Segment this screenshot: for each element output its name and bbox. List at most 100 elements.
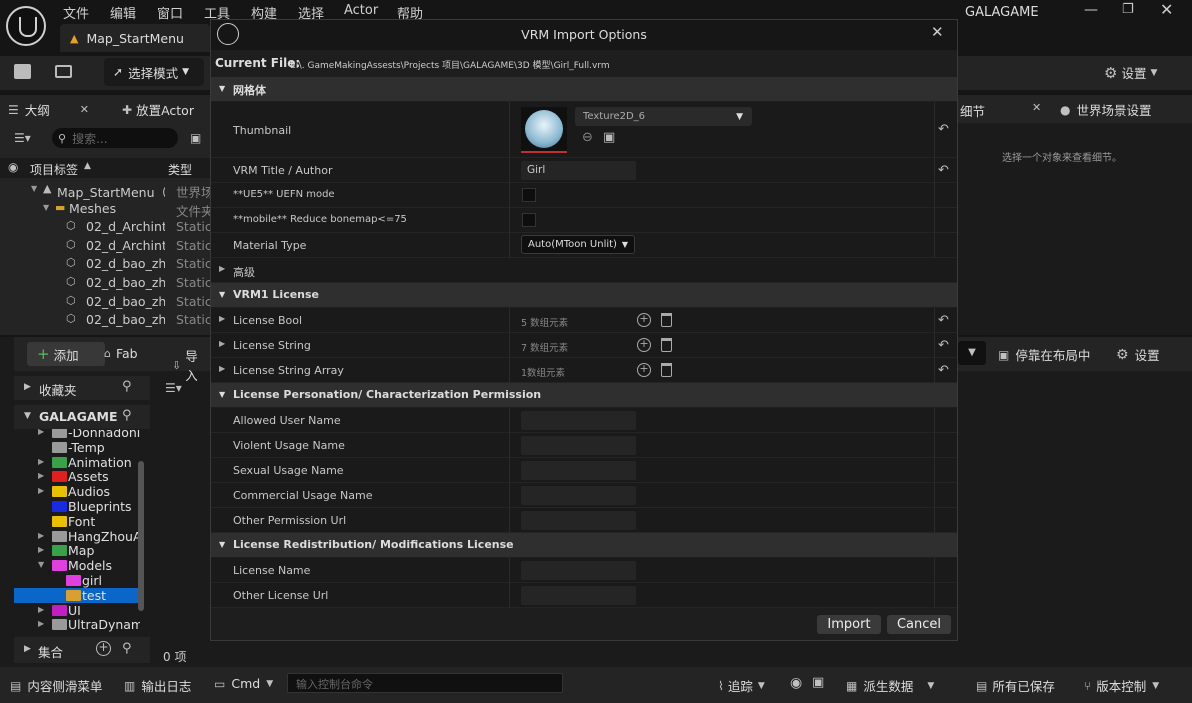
permission-input[interactable] bbox=[521, 511, 636, 530]
derived-data-button[interactable]: ▦ 派生数据 ▼ bbox=[846, 676, 934, 695]
permission-input[interactable] bbox=[521, 461, 636, 480]
mobile-checkbox[interactable] bbox=[522, 213, 536, 227]
outliner-row[interactable]: ⬡ 02_d_bao_zhe Static bbox=[0, 293, 210, 312]
dock-in-layout-button[interactable]: ▣ 停靠在布局中 bbox=[998, 345, 1090, 364]
section-personation[interactable]: ▼ License Personation/ Characterization … bbox=[211, 383, 957, 407]
select-mode-button[interactable]: ➚ 选择模式 ▼ bbox=[104, 58, 204, 86]
arrow-right-icon[interactable]: ▶ bbox=[38, 619, 44, 628]
search-input[interactable]: 搜索... bbox=[72, 130, 107, 147]
folder-item[interactable]: test bbox=[14, 587, 140, 603]
add-button[interactable]: + 添加 bbox=[27, 342, 105, 366]
search-icon[interactable]: ⚲ bbox=[122, 408, 132, 423]
tab-outliner[interactable]: ☰ 大纲 ✕ bbox=[8, 100, 89, 119]
tab-details[interactable]: 细节 bbox=[960, 101, 985, 120]
folder-item[interactable]: -Temp bbox=[14, 440, 140, 455]
visibility-icon[interactable]: ◉ bbox=[8, 160, 18, 174]
trash-icon[interactable] bbox=[661, 313, 672, 327]
arrow-right-icon[interactable]: ▶ bbox=[38, 605, 44, 614]
filter-icon[interactable]: ☰▾ bbox=[165, 381, 182, 395]
unreal-logo-icon[interactable] bbox=[6, 6, 46, 46]
restore-icon[interactable]: ❐ bbox=[1122, 2, 1134, 17]
chevron-down-icon[interactable]: ▼ bbox=[958, 341, 986, 365]
arrow-right-icon[interactable]: ▶ bbox=[38, 545, 44, 554]
project-header[interactable]: ▼ GALAGAME ⚲ bbox=[14, 405, 150, 429]
add-element-icon[interactable]: + bbox=[637, 313, 651, 327]
output-log-button[interactable]: ▥ 输出日志 bbox=[124, 676, 191, 695]
outliner-search[interactable]: ⚲ 搜索... bbox=[52, 128, 178, 148]
content-browser-icon[interactable] bbox=[55, 65, 72, 78]
reset-icon[interactable]: ↶ bbox=[938, 122, 949, 137]
col-type[interactable]: 类型 bbox=[168, 161, 192, 178]
search-icon[interactable]: ⚲ bbox=[122, 379, 132, 394]
search-icon[interactable]: ⚲ bbox=[122, 641, 132, 656]
outliner-row[interactable]: ▼ ▲ Map_StartMenu（ 世界场 bbox=[0, 181, 210, 200]
license-array-row[interactable]: ▶ License String 7 数组元素 + ↶ bbox=[211, 333, 957, 358]
folder-item[interactable]: ▶ Assets bbox=[14, 469, 140, 484]
folder-item[interactable]: ▶ UI bbox=[14, 603, 140, 618]
folder-item[interactable]: Font bbox=[14, 514, 140, 529]
all-saved-button[interactable]: ▤ 所有已保存 bbox=[976, 676, 1055, 695]
dialog-close-icon[interactable]: ✕ bbox=[931, 23, 944, 41]
folder-item[interactable]: ▼ Models bbox=[14, 558, 140, 573]
minimize-icon[interactable]: — bbox=[1084, 2, 1098, 18]
folder-item[interactable]: ▶ HangZhouAj bbox=[14, 529, 140, 544]
redistribution-input[interactable] bbox=[521, 586, 636, 605]
permission-input[interactable] bbox=[521, 436, 636, 455]
window-close-icon[interactable]: ✕ bbox=[1160, 0, 1173, 19]
outliner-row[interactable]: ⬡ 02_d_bao_zhe Static bbox=[0, 274, 210, 293]
trash-icon[interactable] bbox=[661, 338, 672, 352]
thumbnail-image[interactable] bbox=[521, 107, 567, 153]
version-control-button[interactable]: ⑂ 版本控制 ▼ bbox=[1084, 676, 1159, 695]
browse-folder-icon[interactable]: ▣ bbox=[603, 130, 615, 145]
reset-icon[interactable]: ↶ bbox=[938, 338, 949, 353]
menu-file[interactable]: 文件 bbox=[63, 3, 89, 22]
section-vrm1[interactable]: ▼ VRM1 License bbox=[211, 283, 957, 307]
outliner-row[interactable]: ⬡ 02_d_Archinte Static bbox=[0, 218, 210, 237]
folder-item[interactable]: Blueprints bbox=[14, 499, 140, 514]
save-icon[interactable] bbox=[14, 64, 31, 79]
folder-item[interactable]: ▶ -Donnadoni bbox=[14, 429, 140, 440]
fab-button[interactable]: ⌂ Fab bbox=[104, 346, 138, 361]
folder-item[interactable]: girl bbox=[14, 573, 140, 588]
browse-back-icon[interactable]: ⊖ bbox=[582, 130, 593, 145]
import-button[interactable]: Import bbox=[817, 615, 881, 634]
outliner-row[interactable]: ▼ ▬ Meshes 文件夹 bbox=[0, 200, 210, 219]
trace-button[interactable]: ⌇ 追踪 ▼ bbox=[718, 676, 765, 695]
redistribution-input[interactable] bbox=[521, 561, 636, 580]
arrow-right-icon[interactable]: ▶ bbox=[38, 531, 44, 540]
material-type-dropdown[interactable]: Auto(MToon Unlit) ▼ bbox=[521, 235, 635, 254]
folder-scrollbar[interactable] bbox=[138, 461, 144, 611]
add-element-icon[interactable]: + bbox=[637, 338, 651, 352]
add-element-icon[interactable]: + bbox=[637, 363, 651, 377]
col-item-label[interactable]: 项目标签 bbox=[30, 161, 78, 178]
outliner-row[interactable]: ⬡ 02_d_bao_zhe Static bbox=[0, 311, 210, 330]
folder-item[interactable]: ▶ UltraDynam bbox=[14, 617, 140, 632]
folder-item[interactable]: ▶ Audios bbox=[14, 484, 140, 499]
collections-header[interactable]: ▶ 集合 + ⚲ bbox=[14, 637, 150, 663]
arrow-right-icon[interactable]: ▶ bbox=[38, 486, 44, 495]
add-collection-icon[interactable]: + bbox=[96, 641, 111, 656]
reset-icon[interactable]: ↶ bbox=[938, 313, 949, 328]
section-mesh[interactable]: ▼ 网格体 bbox=[211, 77, 957, 101]
close-icon[interactable]: ✕ bbox=[80, 103, 89, 116]
reset-icon[interactable]: ↶ bbox=[938, 363, 949, 378]
import-button[interactable]: ⇩ 导入 bbox=[172, 346, 210, 384]
uefn-checkbox[interactable] bbox=[522, 188, 536, 202]
add-folder-icon[interactable]: ▣ bbox=[190, 131, 201, 145]
folder-item[interactable]: ▶ Animation bbox=[14, 455, 140, 470]
license-array-row[interactable]: ▶ License String Array 1数组元素 + ↶ bbox=[211, 358, 957, 383]
menu-window[interactable]: 窗口 bbox=[157, 3, 183, 22]
license-array-row[interactable]: ▶ License Bool 5 数组元素 + ↶ bbox=[211, 308, 957, 333]
title-author-input[interactable]: Girl bbox=[521, 161, 636, 180]
filter-icon[interactable]: ☰▾ bbox=[14, 131, 31, 145]
texture-dropdown[interactable]: Texture2D_6 ▼ bbox=[575, 107, 752, 126]
arrow-right-icon[interactable]: ▶ bbox=[38, 471, 44, 480]
advanced-row[interactable]: ▶ 高级 bbox=[211, 258, 957, 283]
reset-icon[interactable]: ↶ bbox=[938, 163, 949, 178]
outliner-row[interactable]: ⬡ 02_d_bao_zhe Static bbox=[0, 255, 210, 274]
level-tab[interactable]: ▲ Map_StartMenu bbox=[60, 24, 210, 52]
folder-item[interactable]: ▶ Map bbox=[14, 543, 140, 558]
arrow-right-icon[interactable]: ▶ bbox=[38, 429, 44, 436]
outliner-row[interactable]: ⬡ 02_d_Archinte Static bbox=[0, 237, 210, 256]
settings-button[interactable]: ⚙ 设置 ▼ bbox=[1104, 63, 1157, 82]
